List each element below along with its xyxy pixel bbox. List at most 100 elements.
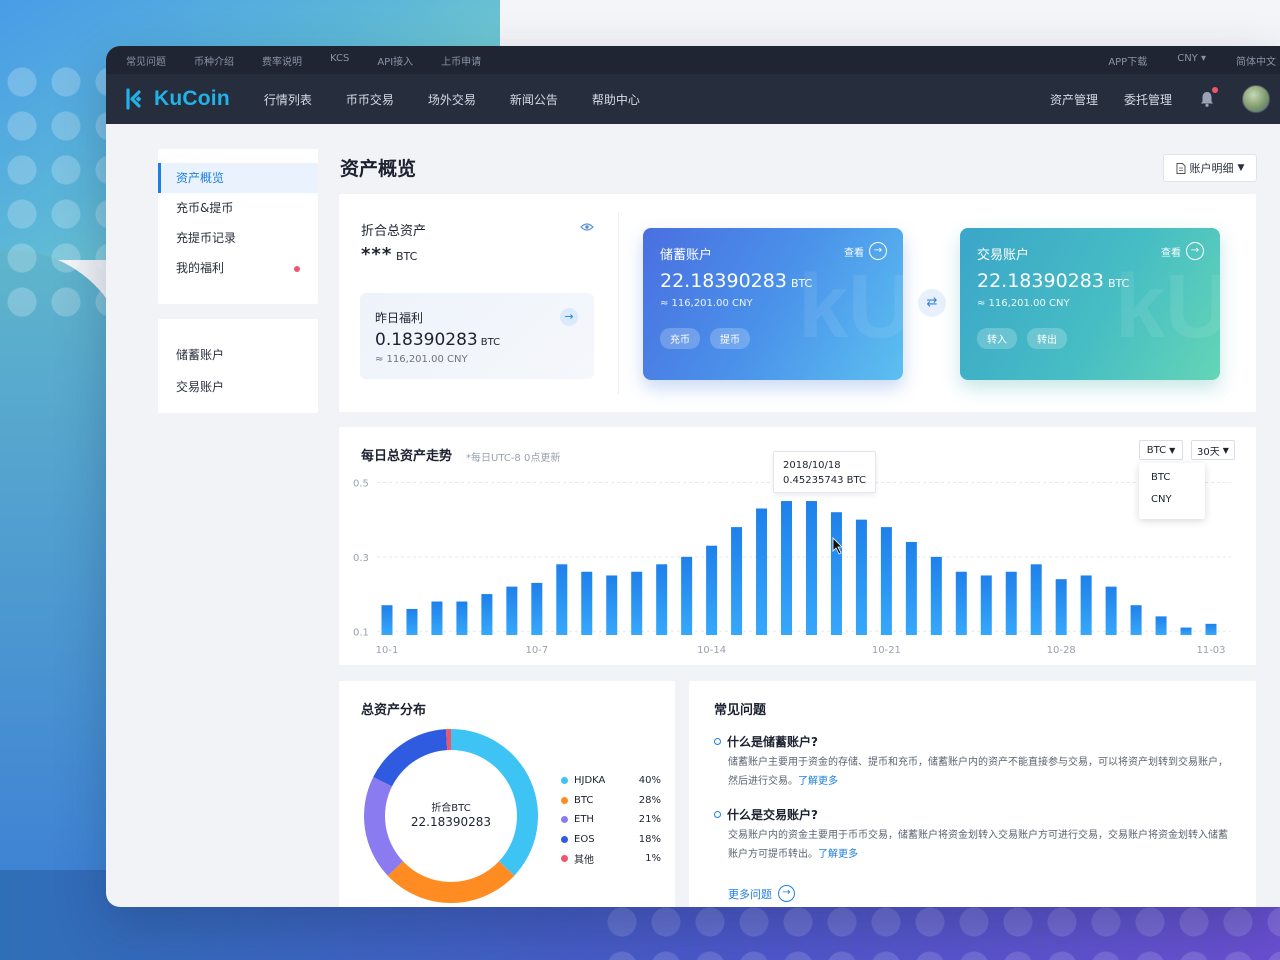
chart-bar[interactable] — [631, 571, 643, 635]
trading-title: 交易账户 — [977, 248, 1030, 263]
faq-question-text: 什么是储蓄账户? — [727, 735, 818, 749]
nav-markets[interactable]: 行情列表 — [264, 91, 312, 108]
x-tick-label: 10-1 — [376, 645, 399, 656]
chart-bar[interactable] — [1155, 616, 1167, 635]
sidebar-item-savings[interactable]: 储蓄账户 — [158, 339, 318, 371]
sidebar-item-trading[interactable]: 交易账户 — [158, 371, 318, 403]
topbar-link-listing[interactable]: 上币申请 — [441, 53, 481, 68]
sidebar-item-welfare[interactable]: 我的福利 — [158, 253, 318, 283]
learn-more-link-1[interactable]: 了解更多 — [798, 776, 838, 787]
arrow-right-circle-icon: → — [869, 242, 887, 260]
nav-otc[interactable]: 场外交易 — [428, 91, 476, 108]
chart-bar[interactable] — [855, 519, 867, 635]
deposit-button[interactable]: 充币 — [660, 328, 700, 349]
chart-bar[interactable] — [656, 564, 668, 635]
chart-bar[interactable] — [556, 564, 568, 635]
transfer-swap-icon[interactable]: ⇄ — [918, 289, 946, 317]
trading-account-card: kU 交易账户 查看 → 22.18390283 BTC ≈ 116,201.00 … — [960, 228, 1220, 380]
avatar[interactable] — [1242, 85, 1270, 113]
legend-swatch — [561, 855, 568, 863]
chart-bar[interactable] — [1005, 571, 1017, 635]
topbar-link-coins[interactable]: 币种介绍 — [194, 53, 234, 68]
nav-help[interactable]: 帮助中心 — [592, 91, 640, 108]
chart-bar[interactable] — [456, 601, 468, 635]
chart-bar[interactable] — [681, 556, 693, 635]
chart-bar[interactable] — [381, 605, 393, 635]
legend-swatch — [561, 816, 568, 824]
logo[interactable]: KuCoin — [124, 87, 230, 111]
sidebar-item-history[interactable]: 充提币记录 — [158, 223, 318, 253]
chart-bar[interactable] — [706, 545, 718, 635]
trading-view-link[interactable]: 查看 → — [1161, 242, 1204, 260]
chart-bar[interactable] — [506, 586, 518, 635]
chart-bar[interactable] — [1130, 605, 1142, 635]
chart-bar[interactable] — [781, 501, 793, 635]
notification-button[interactable] — [1198, 87, 1218, 108]
y-tick-label: 0.3 — [353, 553, 369, 564]
nav-orders[interactable]: 委托管理 — [1124, 91, 1172, 108]
chart-bar[interactable] — [756, 508, 768, 635]
chart-bar[interactable] — [481, 594, 493, 635]
language-switch[interactable]: 简体中文 — [1236, 53, 1276, 68]
chart-bar[interactable] — [581, 571, 593, 635]
chart-bar[interactable] — [1080, 575, 1092, 635]
bullet-circle-icon — [714, 811, 721, 818]
chart-bar[interactable] — [880, 527, 892, 635]
topbar-link-api[interactable]: API接入 — [377, 53, 413, 68]
savings-cny: ≈ 116,201.00 CNY — [660, 298, 753, 309]
faq-question-1[interactable]: 什么是储蓄账户? — [714, 733, 818, 750]
view-label: 查看 — [1161, 247, 1181, 259]
dropdown-option-btc[interactable]: BTC — [1139, 467, 1205, 489]
chart-bar[interactable] — [905, 541, 917, 635]
trading-cny: ≈ 116,201.00 CNY — [977, 298, 1070, 309]
currency-switch[interactable]: CNY ▾ — [1177, 53, 1206, 68]
trading-amount: 22.18390283 — [977, 270, 1104, 292]
chart-bar[interactable] — [1055, 579, 1067, 635]
nav-spot-trading[interactable]: 币币交易 — [346, 91, 394, 108]
dropdown-option-cny[interactable]: CNY — [1139, 489, 1205, 511]
transfer-in-button[interactable]: 转入 — [977, 328, 1017, 349]
donut-center-label: 折合BTC — [431, 803, 471, 814]
chart-bar[interactable] — [1205, 623, 1217, 635]
topbar-link-fees[interactable]: 费率说明 — [262, 53, 302, 68]
legend-name: HJDKA — [574, 775, 606, 787]
savings-account-card: kU 储蓄账户 查看 → 22.18390283 BTC ≈ 116,201.00 … — [643, 228, 903, 380]
nav-news[interactable]: 新闻公告 — [510, 91, 558, 108]
chart-bar[interactable] — [1105, 586, 1117, 635]
chart-bar[interactable] — [431, 601, 443, 635]
arrow-right-icon[interactable]: → — [560, 308, 578, 326]
caret-down-icon: ▼ — [1237, 163, 1245, 173]
chart-bar[interactable] — [1180, 627, 1192, 635]
sidebar-item-overview[interactable]: 资产概览 — [158, 163, 318, 193]
legend-swatch — [561, 777, 568, 785]
donut-slice[interactable] — [373, 729, 448, 787]
chart-bar[interactable] — [830, 512, 842, 635]
legend-name: 其他 — [574, 855, 594, 867]
chart-bar[interactable] — [980, 575, 992, 635]
withdraw-button[interactable]: 提币 — [710, 328, 750, 349]
eye-icon[interactable] — [580, 222, 594, 232]
chart-bar[interactable] — [406, 608, 418, 635]
chart-bar[interactable] — [1030, 564, 1042, 635]
topbar-link-kcs[interactable]: KCS — [330, 53, 349, 68]
app-download-link[interactable]: APP下载 — [1108, 53, 1147, 68]
chart-bar[interactable] — [805, 501, 817, 635]
legend-name: EOS — [574, 833, 595, 845]
savings-view-link[interactable]: 查看 → — [844, 242, 887, 260]
donut-slice[interactable] — [364, 776, 403, 876]
account-detail-button[interactable]: 账户明细 ▼ — [1163, 154, 1257, 182]
chart-bar[interactable] — [930, 556, 942, 635]
faq-question-2[interactable]: 什么是交易账户? — [714, 806, 818, 823]
chart-bar[interactable] — [731, 527, 743, 635]
learn-more-link-2[interactable]: 了解更多 — [818, 849, 858, 860]
more-questions-link[interactable]: 更多问题 → — [728, 885, 795, 902]
donut-slice[interactable] — [387, 861, 515, 903]
chart-bar[interactable] — [606, 575, 618, 635]
chart-bar[interactable] — [531, 582, 543, 635]
sidebar-item-deposit-withdraw[interactable]: 充币&提币 — [158, 193, 318, 223]
chart-bar[interactable] — [955, 571, 967, 635]
topbar-link-faq[interactable]: 常见问题 — [126, 53, 166, 68]
asset-overview-card: 折合总资产 *** BTC 昨日福利 0.18390283 BTC ≈ 116,2… — [339, 194, 1256, 412]
transfer-out-button[interactable]: 转出 — [1027, 328, 1067, 349]
nav-assets[interactable]: 资产管理 — [1050, 91, 1098, 108]
